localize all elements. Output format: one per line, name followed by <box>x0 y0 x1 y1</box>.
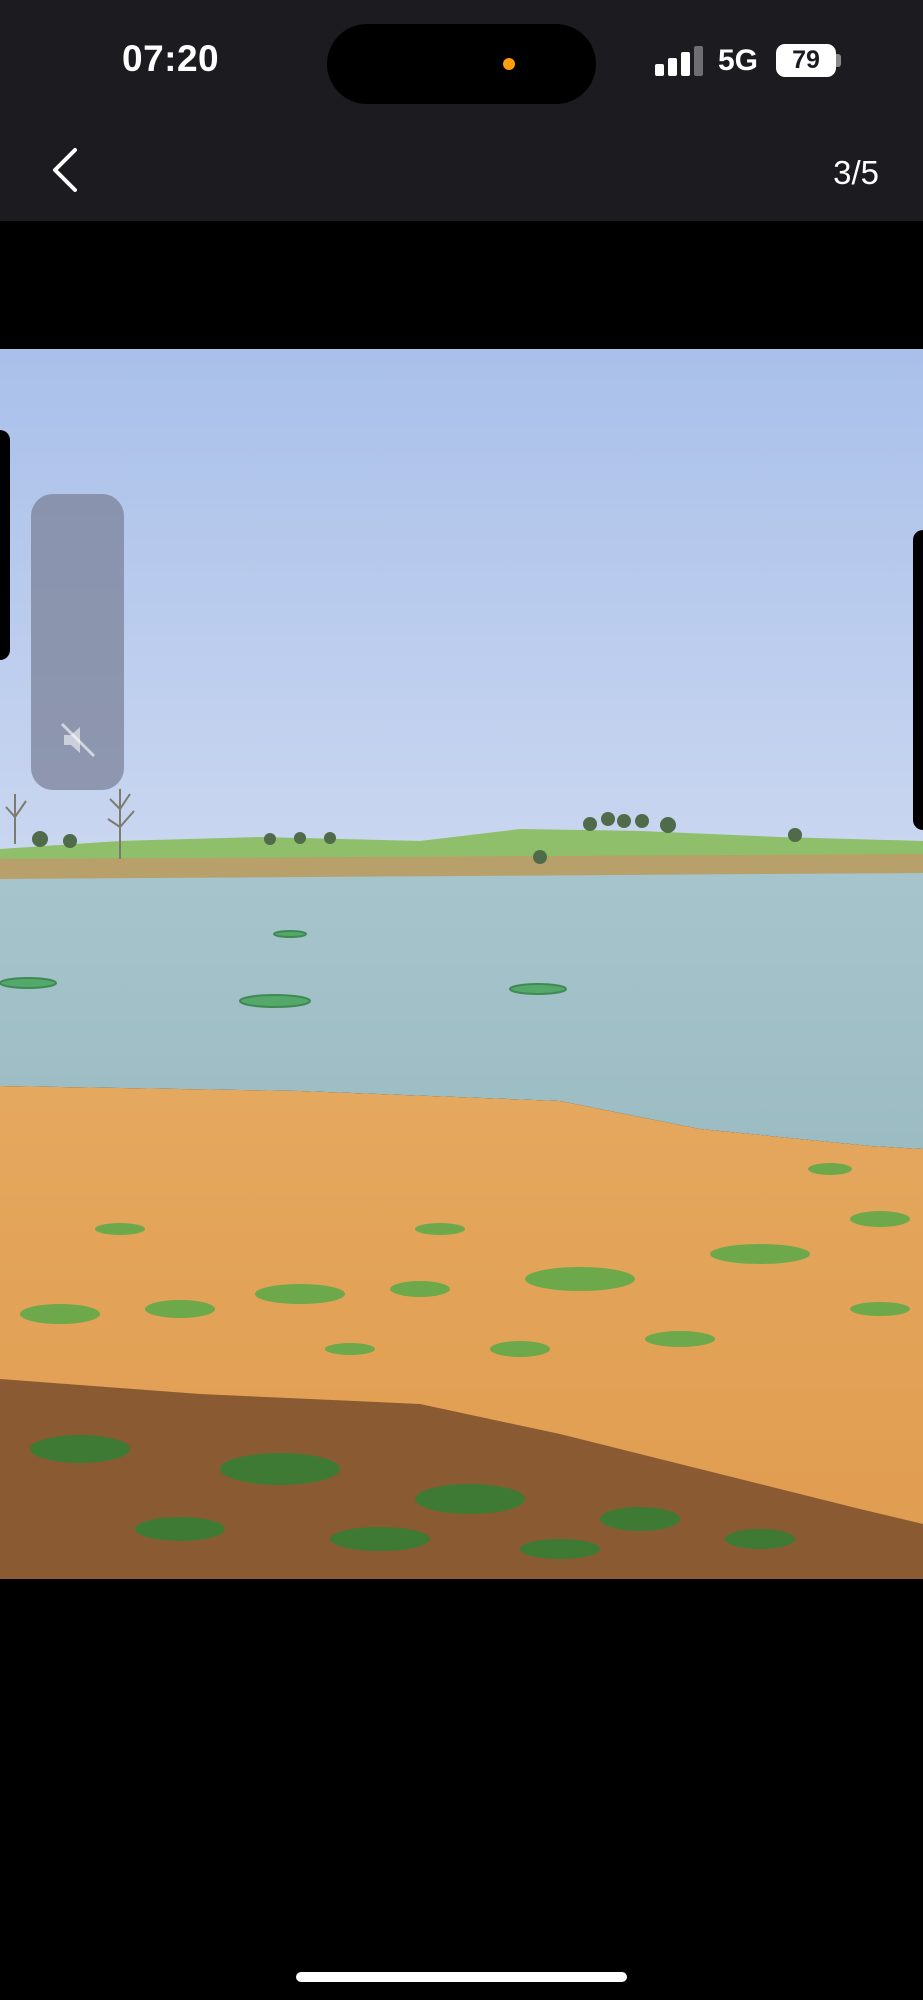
top-bar: 07:20 5G 79 3/5 <box>0 0 923 221</box>
mute-toggle-button[interactable] <box>31 494 124 790</box>
home-indicator[interactable] <box>296 1972 627 1982</box>
battery-cap <box>836 54 841 67</box>
screen-edge-right <box>913 530 923 830</box>
back-button[interactable] <box>40 140 90 200</box>
cellular-signal-icon <box>655 46 703 76</box>
dynamic-island <box>327 24 596 104</box>
chevron-left-icon <box>53 148 77 192</box>
photo-viewer-image[interactable] <box>0 349 923 1579</box>
network-type: 5G <box>718 44 759 77</box>
status-time: 07:20 <box>122 38 220 79</box>
privacy-indicator-dot <box>503 58 515 70</box>
speaker-muted-icon <box>60 722 96 758</box>
screen-edge-left <box>0 430 10 660</box>
page-counter: 3/5 <box>833 154 879 191</box>
battery-icon: 79 <box>776 44 836 77</box>
